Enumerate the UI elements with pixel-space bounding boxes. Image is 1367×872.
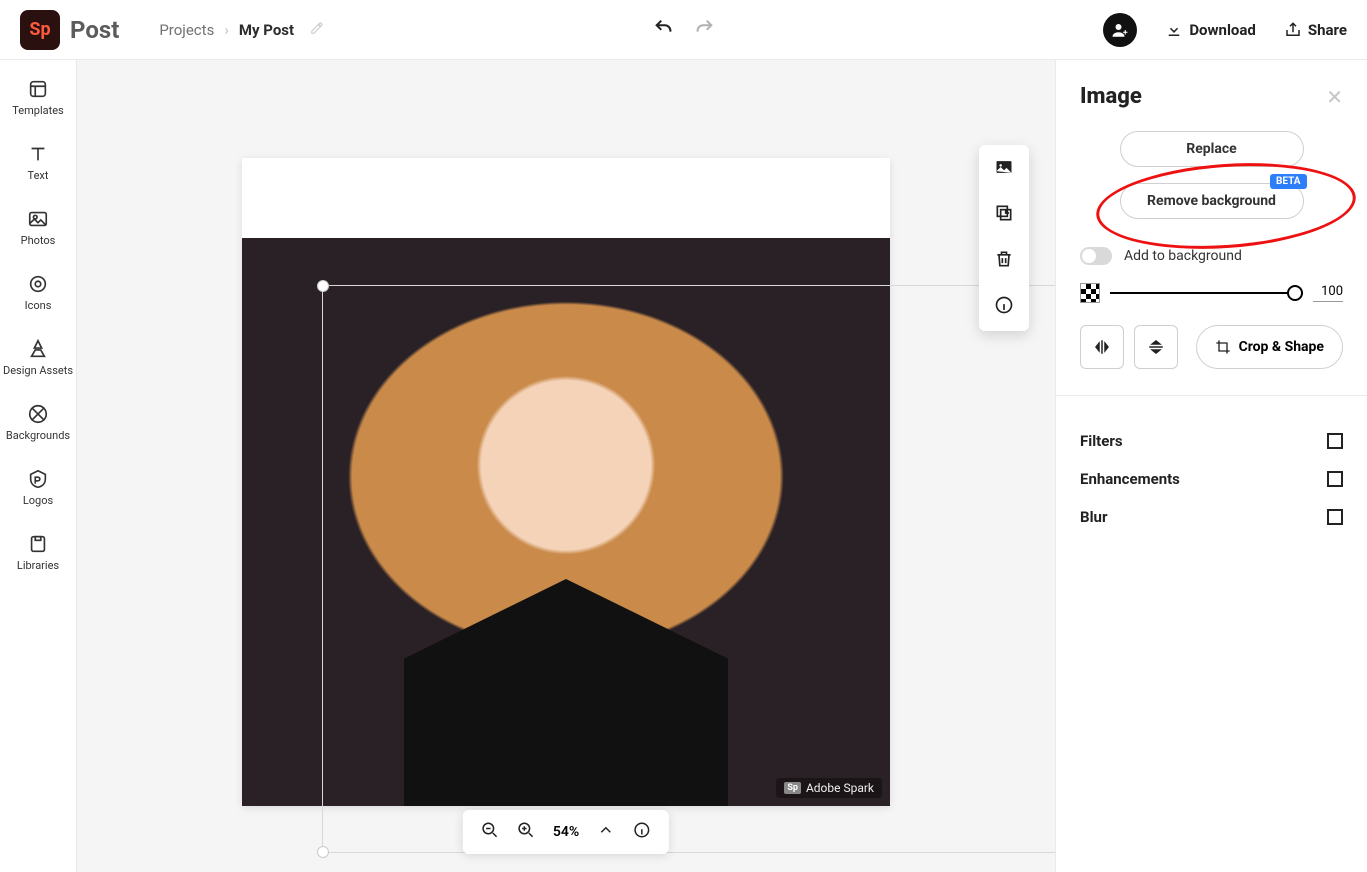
info-icon[interactable] xyxy=(994,295,1014,319)
canvas-image[interactable]: Sp Adobe Spark xyxy=(242,238,890,806)
slider-thumb[interactable] xyxy=(1287,285,1303,301)
chevron-up-icon[interactable] xyxy=(597,821,615,843)
opacity-value[interactable]: 100 xyxy=(1313,284,1343,302)
rail-photos[interactable]: Photos xyxy=(21,208,56,247)
section-label: Filters xyxy=(1080,432,1123,450)
selection-handle[interactable] xyxy=(317,280,329,292)
crop-label: Crop & Shape xyxy=(1239,339,1324,355)
breadcrumb-projects[interactable]: Projects xyxy=(159,21,214,39)
download-button[interactable]: Download xyxy=(1165,21,1256,39)
crop-shape-button[interactable]: Crop & Shape xyxy=(1196,325,1343,369)
selection-handle[interactable] xyxy=(317,846,329,858)
replace-button[interactable]: Replace xyxy=(1120,131,1304,167)
transparency-icon xyxy=(1080,283,1100,303)
rail-backgrounds[interactable]: Backgrounds xyxy=(6,403,70,442)
download-label: Download xyxy=(1189,21,1256,39)
share-label: Share xyxy=(1308,21,1347,39)
remove-bg-label: Remove background xyxy=(1147,193,1276,209)
opacity-slider[interactable] xyxy=(1110,292,1303,294)
rail-label: Photos xyxy=(21,234,56,247)
rail-label: Text xyxy=(28,169,49,182)
duplicate-icon[interactable] xyxy=(994,203,1014,227)
divider xyxy=(1056,395,1367,396)
flip-horizontal-button[interactable] xyxy=(1080,325,1124,369)
canvas-area[interactable]: Sp Adobe Spark 54% xyxy=(77,60,1055,872)
section-blur[interactable]: Blur xyxy=(1080,498,1343,536)
zoom-level[interactable]: 54% xyxy=(553,824,579,840)
beta-badge: BETA xyxy=(1270,174,1307,189)
rail-templates[interactable]: Templates xyxy=(12,78,63,117)
history-controls xyxy=(653,17,715,43)
chevron-right-icon: › xyxy=(224,21,229,39)
pencil-icon[interactable] xyxy=(310,21,324,39)
rail-icons[interactable]: Icons xyxy=(25,273,52,312)
trash-icon[interactable] xyxy=(994,249,1014,273)
info-icon[interactable] xyxy=(633,821,651,843)
app-logo[interactable]: Sp xyxy=(20,10,60,50)
breadcrumb-current[interactable]: My Post xyxy=(239,21,294,39)
section-label: Enhancements xyxy=(1080,470,1180,488)
rail-label: Design Assets xyxy=(3,364,73,377)
watermark-badge: Sp xyxy=(784,782,801,794)
rail-logos[interactable]: Logos xyxy=(23,468,53,507)
app-name: Post xyxy=(70,16,119,44)
zoom-out-icon[interactable] xyxy=(481,821,499,843)
section-label: Blur xyxy=(1080,508,1107,526)
breadcrumb: Projects › My Post xyxy=(159,21,324,39)
add-to-background-label: Add to background xyxy=(1124,248,1242,264)
rail-label: Templates xyxy=(12,104,63,117)
share-button[interactable]: Share xyxy=(1284,21,1347,39)
zoom-in-icon[interactable] xyxy=(517,821,535,843)
undo-icon[interactable] xyxy=(653,17,675,43)
invite-button[interactable] xyxy=(1103,13,1137,47)
redo-icon[interactable] xyxy=(693,17,715,43)
flip-vertical-button[interactable] xyxy=(1134,325,1178,369)
close-icon[interactable]: ✕ xyxy=(1326,85,1343,109)
rail-label: Logos xyxy=(23,494,53,507)
panel-title: Image xyxy=(1080,84,1142,109)
add-to-background-toggle[interactable] xyxy=(1080,247,1112,265)
watermark: Sp Adobe Spark xyxy=(776,778,882,798)
rail-label: Libraries xyxy=(17,559,59,572)
rail-libraries[interactable]: Libraries xyxy=(17,533,59,572)
artboard[interactable]: Sp Adobe Spark xyxy=(242,158,890,806)
remove-background-button[interactable]: Remove background BETA xyxy=(1120,183,1304,219)
left-rail: Templates Text Photos Icons Design Asset… xyxy=(0,60,77,872)
top-bar: Sp Post Projects › My Post Download Shar… xyxy=(0,0,1367,60)
rail-design-assets[interactable]: Design Assets xyxy=(3,338,73,377)
rail-text[interactable]: Text xyxy=(27,143,49,182)
expand-icon xyxy=(1327,433,1343,449)
section-filters[interactable]: Filters xyxy=(1080,422,1343,460)
expand-icon xyxy=(1327,471,1343,487)
watermark-text: Adobe Spark xyxy=(806,781,874,795)
top-right-actions: Download Share xyxy=(1103,13,1347,47)
right-panel: Image ✕ Replace Remove background BETA A… xyxy=(1055,60,1367,872)
image-icon[interactable] xyxy=(994,157,1014,181)
zoom-bar: 54% xyxy=(463,810,669,854)
rail-label: Icons xyxy=(25,299,52,312)
rail-label: Backgrounds xyxy=(6,429,70,442)
floating-toolbar xyxy=(979,145,1029,331)
expand-icon xyxy=(1327,509,1343,525)
section-enhancements[interactable]: Enhancements xyxy=(1080,460,1343,498)
